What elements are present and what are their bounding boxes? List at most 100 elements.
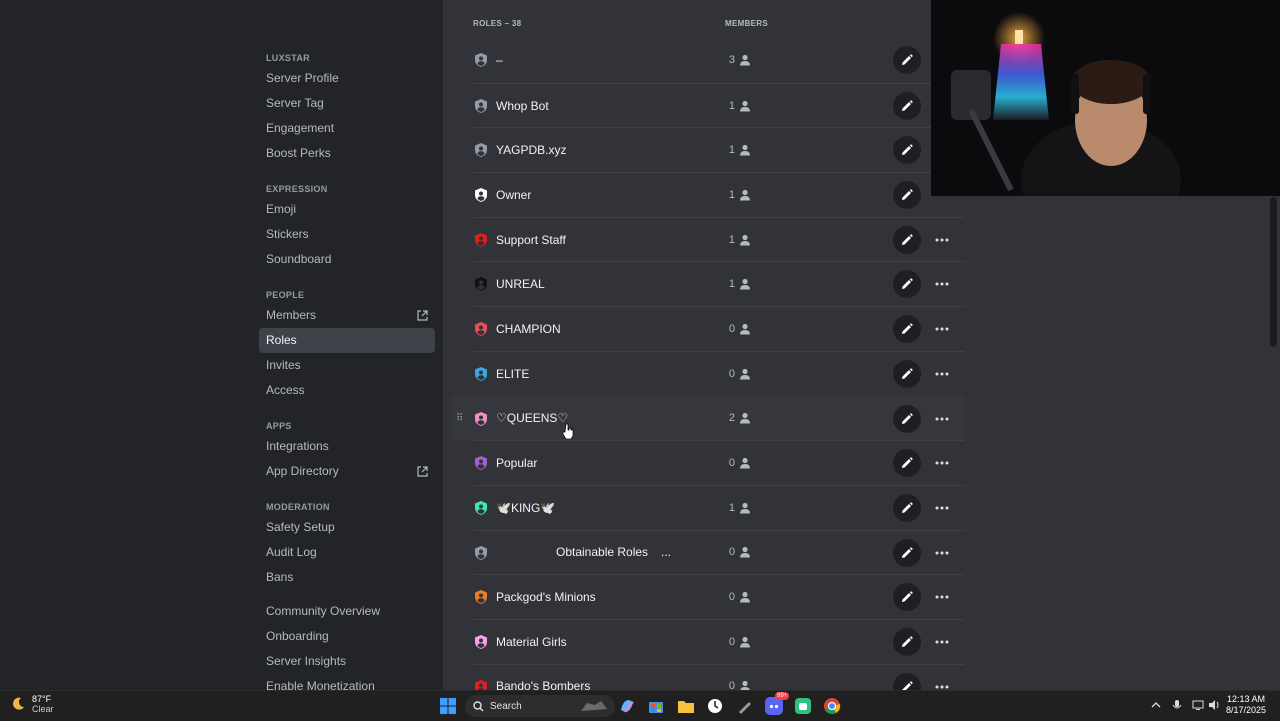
role-more-button[interactable]	[928, 449, 956, 477]
sidebar-item-bans[interactable]: Bans	[259, 565, 435, 590]
user-icon	[740, 591, 750, 603]
user-icon	[740, 234, 750, 246]
role-row[interactable]: ELITE 0	[473, 350, 965, 396]
taskbar-search-box[interactable]: Search	[465, 695, 615, 717]
role-row[interactable]: 🕊️KING🕊️ 1	[473, 484, 965, 530]
sidebar-item-enable-monetization[interactable]: Enable Monetization	[259, 674, 435, 690]
role-more-button[interactable]	[928, 360, 956, 388]
more-options-icon	[935, 595, 949, 599]
edit-role-button[interactable]	[893, 583, 921, 612]
role-member-count: 0	[725, 368, 751, 380]
chrome-icon[interactable]	[822, 696, 842, 716]
role-row[interactable]: Packgod's Minions 0	[473, 574, 965, 619]
sidebar-item-safety-setup[interactable]: Safety Setup	[259, 515, 435, 540]
edit-role-button[interactable]	[893, 404, 921, 433]
role-more-button[interactable]	[928, 628, 956, 656]
sidebar-category-header: MODERATION	[266, 502, 330, 512]
store-icon[interactable]	[646, 696, 666, 716]
sidebar-item-label: Enable Monetization	[266, 679, 375, 690]
sidebar-section-gap	[259, 590, 435, 599]
sidebar-section-gap	[259, 484, 435, 493]
sidebar-item-community-overview[interactable]: Community Overview	[259, 599, 435, 624]
role-more-button[interactable]	[928, 494, 956, 522]
network-icon[interactable]	[1192, 699, 1204, 711]
sidebar-item-members[interactable]: Members	[259, 303, 435, 328]
sidebar-item-server-insights[interactable]: Server Insights	[259, 649, 435, 674]
sidebar-item-emoji[interactable]: Emoji	[259, 197, 435, 222]
edit-role-button[interactable]	[893, 225, 921, 254]
sidebar-item-app-directory[interactable]: App Directory	[259, 459, 435, 484]
sidebar-item-server-tag[interactable]: Server Tag	[259, 91, 435, 116]
edit-role-button[interactable]	[893, 627, 921, 656]
sidebar-item-soundboard[interactable]: Soundboard	[259, 247, 435, 272]
android-app-icon[interactable]	[793, 696, 813, 716]
role-row[interactable]: CHAMPION 0	[473, 306, 965, 351]
edit-role-button[interactable]	[893, 181, 921, 210]
sidebar-item-label: Stickers	[266, 227, 309, 241]
file-explorer-icon[interactable]	[676, 696, 696, 716]
roles-scrollbar[interactable]	[1270, 197, 1277, 347]
chevron-up-icon[interactable]	[1150, 699, 1162, 711]
role-more-button[interactable]	[928, 226, 956, 254]
sidebar-item-access[interactable]: Access	[259, 378, 435, 403]
role-name: CHAMPION	[496, 321, 561, 336]
weather-widget[interactable]: 87°F Clear	[10, 694, 54, 714]
edit-role-button[interactable]	[893, 136, 921, 165]
role-more-button[interactable]	[928, 539, 956, 567]
user-icon	[740, 547, 750, 558]
edit-role-button[interactable]	[893, 449, 921, 478]
role-member-count-value: 0	[728, 591, 735, 604]
windows-start-icon[interactable]	[438, 696, 458, 716]
edit-role-button[interactable]	[893, 46, 921, 74]
copilot-icon[interactable]	[617, 696, 637, 716]
role-row[interactable]: –3	[473, 38, 965, 83]
role-row[interactable]: Material Girls 0	[473, 618, 965, 664]
sidebar-item-boost-perks[interactable]: Boost Perks	[259, 141, 435, 166]
edit-role-button[interactable]	[893, 538, 921, 567]
edit-role-button[interactable]	[893, 672, 921, 690]
sidebar-item-stickers[interactable]: Stickers	[259, 222, 435, 247]
sidebar-item-integrations[interactable]: Integrations	[259, 434, 435, 459]
role-row[interactable]: UNREAL 1	[473, 261, 965, 306]
role-more-button[interactable]	[928, 270, 956, 298]
role-row[interactable]: Owner 1	[473, 172, 965, 217]
role-row[interactable]: Support Staff 1	[473, 216, 965, 262]
sidebar-item-onboarding[interactable]: Onboarding	[259, 624, 435, 649]
sidebar-item-roles[interactable]: Roles	[259, 328, 435, 353]
role-more-button[interactable]	[928, 673, 956, 690]
role-row[interactable]: YAGPDB.xyz 1	[473, 127, 965, 172]
role-row[interactable]: Whop Bot 1	[473, 82, 965, 128]
microphone-icon[interactable]	[1171, 699, 1183, 711]
role-row[interactable]: Obtainable Roles... 0	[473, 529, 965, 575]
sidebar-item-server-profile[interactable]: Server Profile	[259, 66, 435, 91]
edit-role-button[interactable]	[893, 359, 921, 388]
role-member-count-value: 0	[728, 457, 735, 470]
sidebar-section-gap	[259, 166, 435, 175]
edit-role-button[interactable]	[893, 270, 921, 299]
role-member-count: 1	[725, 234, 751, 246]
clock-app-icon[interactable]	[705, 696, 725, 716]
role-name: ♡QUEENS♡	[496, 411, 569, 426]
role-row[interactable]: Bando's Bombers 0	[473, 663, 965, 690]
role-row[interactable]: ⠿ ♡QUEENS♡ 2	[451, 395, 965, 441]
taskbar-clock[interactable]: 12:13 AM 8/17/2025	[1226, 694, 1266, 716]
role-row[interactable]: Popular 0	[473, 440, 965, 485]
role-more-button[interactable]	[928, 405, 956, 433]
sidebar-item-engagement[interactable]: Engagement	[259, 116, 435, 141]
sidebar-item-audit-log[interactable]: Audit Log	[259, 540, 435, 565]
edit-role-button[interactable]	[893, 91, 921, 120]
drag-handle-icon[interactable]: ⠿	[456, 413, 464, 425]
role-shield-icon	[475, 277, 487, 292]
discord-taskbar-button[interactable]: 99+	[764, 692, 790, 716]
edit-role-button[interactable]	[893, 315, 921, 344]
pencil-icon	[902, 502, 913, 513]
role-more-button[interactable]	[928, 583, 956, 611]
edit-role-button[interactable]	[893, 493, 921, 522]
pencil-icon	[902, 681, 913, 690]
role-more-button[interactable]	[928, 315, 956, 343]
sidebar-item-invites[interactable]: Invites	[259, 353, 435, 378]
pen-tool-icon[interactable]	[735, 696, 755, 716]
volume-icon[interactable]	[1208, 699, 1220, 711]
roles-count-header: ROLES – 38	[473, 19, 522, 28]
role-member-count-value: 1	[728, 233, 735, 246]
